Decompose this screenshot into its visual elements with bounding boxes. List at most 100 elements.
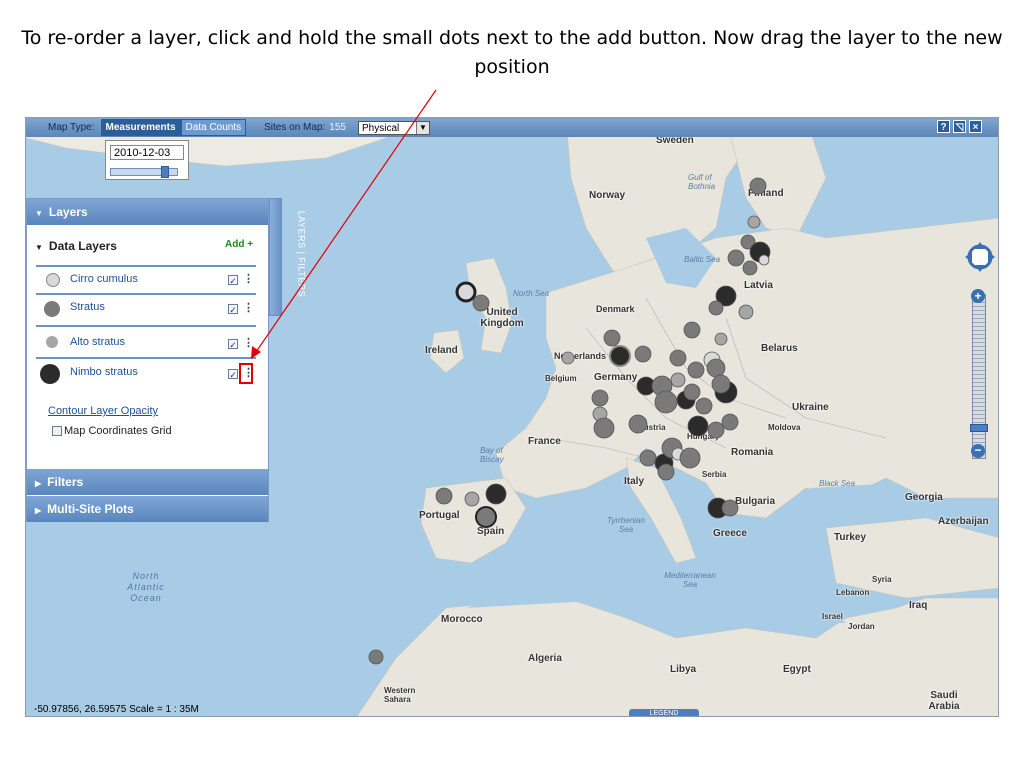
data-layers-title[interactable]: ▼ Data Layers — [35, 239, 117, 253]
site-marker[interactable] — [687, 415, 709, 437]
layer-visibility-checkbox[interactable]: ✓ — [228, 369, 238, 380]
chevron-down-icon: ▼ — [415, 121, 429, 134]
tutorial-caption: To re-order a layer, click and hold the … — [21, 27, 1003, 78]
site-marker[interactable] — [628, 414, 648, 434]
site-marker[interactable] — [687, 361, 705, 379]
zoom-out-icon[interactable]: − — [971, 444, 985, 458]
data-layers-label: Data Layers — [48, 239, 117, 253]
site-marker[interactable] — [695, 397, 713, 415]
site-marker[interactable] — [593, 417, 615, 439]
zoom-in-icon[interactable]: + — [971, 289, 985, 303]
map-style-value: Physical — [361, 122, 400, 134]
layer-name[interactable]: Nimbo stratus — [70, 366, 138, 378]
site-marker[interactable] — [707, 421, 725, 439]
pan-control[interactable] — [965, 242, 995, 272]
drag-handle-icon[interactable]: ⋮ — [243, 336, 254, 349]
site-marker[interactable] — [683, 321, 701, 339]
site-marker[interactable] — [464, 491, 480, 507]
sites-on-map-label: Sites on Map: — [264, 122, 326, 133]
measurements-button[interactable]: Measurements — [100, 119, 181, 136]
site-marker[interactable] — [634, 345, 652, 363]
layers-filters-tab[interactable]: LAYERS | FILTERS — [269, 198, 306, 316]
site-marker[interactable] — [475, 506, 497, 528]
map-toolbar: Map Type: Measurements Data Counts Sites… — [26, 118, 998, 137]
contour-opacity-link[interactable]: Contour Layer Opacity — [48, 405, 158, 417]
drag-handle-icon[interactable]: ⋮ — [243, 272, 254, 285]
multi-site-plots-header[interactable]: ▶ Multi-Site Plots — [27, 496, 268, 522]
layer-name[interactable]: Stratus — [70, 301, 105, 313]
layer-row-stratus[interactable]: Stratus ✓ ⋮ — [36, 293, 256, 325]
site-marker[interactable] — [657, 463, 675, 481]
date-slider[interactable] — [110, 166, 178, 178]
toolbar-icons: ? ◹ × — [937, 120, 982, 133]
status-bar: -50.97856, 26.59575 Scale = 1 : 35M — [34, 704, 199, 715]
site-marker[interactable] — [609, 345, 631, 367]
layers-panel: ▼ Layers ▼ Data Layers Add + Cirro cumulus… — [26, 198, 269, 522]
highlight-drag-handle — [239, 363, 253, 384]
layer-color-dot — [46, 273, 60, 287]
site-marker[interactable] — [435, 487, 453, 505]
site-marker[interactable] — [711, 374, 731, 394]
layer-name[interactable]: Cirro cumulus — [70, 273, 138, 285]
site-marker[interactable] — [591, 389, 609, 407]
site-marker[interactable] — [679, 447, 701, 469]
site-marker[interactable] — [721, 499, 739, 517]
site-marker[interactable] — [368, 649, 384, 665]
filters-header-label: Filters — [47, 475, 84, 489]
layer-color-dot — [40, 364, 60, 384]
help-icon[interactable]: ? — [937, 120, 950, 133]
drag-handle-icon[interactable]: ⋮ — [243, 301, 254, 314]
layer-row-alto-stratus[interactable]: Alto stratus ✓ ⋮ — [36, 325, 256, 357]
layer-color-dot — [46, 336, 58, 348]
layer-visibility-checkbox[interactable]: ✓ — [228, 275, 238, 286]
map-style-icon[interactable]: ◹ — [953, 120, 966, 133]
site-marker[interactable] — [455, 281, 477, 303]
site-marker[interactable] — [561, 351, 575, 365]
site-marker[interactable] — [485, 483, 507, 505]
sites-count: 155 — [329, 122, 346, 133]
filters-header[interactable]: ▶ Filters — [27, 469, 268, 495]
layer-visibility-checkbox[interactable]: ✓ — [228, 304, 238, 315]
close-icon[interactable]: × — [969, 120, 982, 133]
site-marker[interactable] — [738, 304, 754, 320]
map-style-select[interactable]: Physical ▼ — [357, 120, 430, 135]
add-layer-button[interactable]: Add + — [225, 239, 253, 250]
data-counts-button[interactable]: Data Counts — [180, 119, 247, 136]
site-marker[interactable] — [706, 358, 726, 378]
site-marker[interactable] — [714, 332, 728, 346]
layer-name[interactable]: Alto stratus — [70, 336, 125, 348]
site-marker[interactable] — [639, 449, 657, 467]
date-field[interactable]: 2010-12-03 — [110, 145, 184, 160]
layer-visibility-checkbox[interactable]: ✓ — [228, 339, 238, 350]
multi-site-plots-label: Multi-Site Plots — [47, 502, 134, 516]
date-slider-handle[interactable] — [161, 166, 169, 178]
chevron-right-icon: ▶ — [35, 506, 42, 515]
site-marker[interactable] — [747, 215, 761, 229]
coordinates-grid-checkbox[interactable] — [52, 426, 62, 436]
site-marker[interactable] — [472, 294, 490, 312]
site-marker[interactable] — [721, 413, 739, 431]
legend-button[interactable]: LEGEND — [629, 709, 699, 716]
site-marker[interactable] — [654, 390, 678, 414]
site-marker[interactable] — [749, 177, 767, 195]
site-marker[interactable] — [669, 349, 687, 367]
site-marker[interactable] — [683, 383, 701, 401]
site-marker[interactable] — [670, 372, 686, 388]
chevron-right-icon: ▶ — [35, 479, 42, 488]
site-marker[interactable] — [708, 300, 724, 316]
site-marker[interactable] — [758, 254, 770, 266]
zoom-slider-handle[interactable] — [970, 424, 988, 432]
map-type-label: Map Type: — [48, 122, 95, 133]
site-marker[interactable] — [603, 329, 621, 347]
chevron-down-icon: ▼ — [35, 209, 43, 218]
zoom-slider[interactable] — [972, 294, 986, 459]
layers-header[interactable]: ▼ Layers — [27, 199, 268, 225]
site-marker[interactable] — [742, 260, 758, 276]
layer-row-nimbo-stratus[interactable]: Nimbo stratus ✓ ⋮ — [36, 357, 256, 389]
layers-filters-tab-label: LAYERS | FILTERS — [296, 210, 307, 298]
coordinates-grid-label: Map Coordinates Grid — [64, 425, 172, 437]
layer-row-cirro-cumulus[interactable]: Cirro cumulus ✓ ⋮ — [36, 265, 256, 293]
site-marker[interactable] — [727, 249, 745, 267]
map-view[interactable]: Sweden Norway Finland Latvia Denmark Uni… — [25, 117, 999, 717]
layer-color-dot — [44, 301, 60, 317]
